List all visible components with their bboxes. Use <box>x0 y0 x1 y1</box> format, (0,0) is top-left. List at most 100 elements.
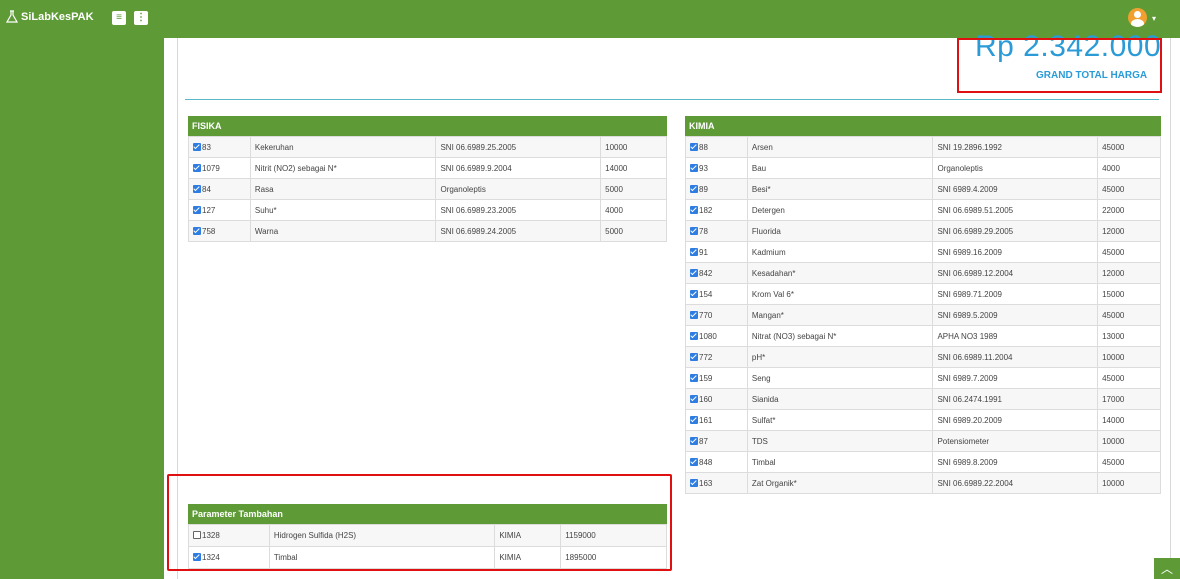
row-checkbox[interactable] <box>690 142 698 151</box>
row-id: 83 <box>202 142 211 152</box>
row-id: 772 <box>699 352 713 362</box>
row-name-cell: TDS <box>746 430 934 452</box>
table-row: 127 Suhu* SNI 06.6989.23.2005 4000 <box>188 199 667 221</box>
more-vertical-icon: ⋮ <box>136 12 146 23</box>
row-price-cell: 22000 <box>1097 199 1161 221</box>
row-price-cell: 12000 <box>1097 220 1161 242</box>
row-checkbox[interactable] <box>193 184 201 193</box>
row-id: 1080 <box>699 331 717 341</box>
row-id-cell: 83 <box>188 136 251 158</box>
row-price-cell: 10000 <box>1097 430 1161 452</box>
row-id-cell: 161 <box>685 409 748 431</box>
row-id-cell: 91 <box>685 241 748 263</box>
row-method-cell: SNI 6989.7.2009 <box>932 367 1099 389</box>
row-id-cell: 163 <box>685 472 748 494</box>
row-id: 770 <box>699 310 713 320</box>
table-row: 163 Zat Organik* SNI 06.6989.22.2004 10000 <box>685 472 1161 494</box>
row-id-cell: 182 <box>685 199 748 221</box>
menu-toggle-button[interactable]: ≡ <box>112 11 126 25</box>
row-checkbox[interactable] <box>690 478 698 487</box>
row-name-cell: Sulfat* <box>746 409 934 431</box>
row-method-cell: Organoleptis <box>932 157 1099 179</box>
row-checkbox[interactable] <box>690 457 698 466</box>
row-id-cell: 842 <box>685 262 748 284</box>
row-checkbox[interactable] <box>690 394 698 403</box>
row-checkbox[interactable] <box>690 289 698 298</box>
row-method-cell: SNI 06.6989.12.2004 <box>932 262 1099 284</box>
row-name-cell: Besi* <box>746 178 934 200</box>
row-id: 160 <box>699 394 713 404</box>
row-checkbox[interactable] <box>690 268 698 277</box>
row-id-cell: 78 <box>685 220 748 242</box>
row-id: 127 <box>202 205 216 215</box>
row-id: 78 <box>699 226 708 236</box>
row-method-cell: SNI 6989.5.2009 <box>932 304 1099 326</box>
brand-logo[interactable]: SiLabKesPAK <box>6 10 94 24</box>
row-id: 161 <box>699 415 713 425</box>
row-checkbox[interactable] <box>690 373 698 382</box>
table-row: 88 Arsen SNI 19.2896.1992 45000 <box>685 136 1161 158</box>
row-name-cell: Mangan* <box>746 304 934 326</box>
row-checkbox[interactable] <box>690 352 698 361</box>
row-checkbox[interactable] <box>193 226 201 235</box>
row-price-cell: 5000 <box>600 220 667 242</box>
row-id-cell: 88 <box>685 136 748 158</box>
row-method-cell: SNI 6989.71.2009 <box>932 283 1099 305</box>
row-price-cell: 45000 <box>1097 241 1161 263</box>
row-id-cell: 848 <box>685 451 748 473</box>
row-name-cell: Warna <box>249 220 437 242</box>
row-id-cell: 154 <box>685 283 748 305</box>
row-checkbox[interactable] <box>690 247 698 256</box>
row-price-cell: 12000 <box>1097 262 1161 284</box>
row-price-cell: 10000 <box>600 136 667 158</box>
row-name-cell: Rasa <box>249 178 437 200</box>
row-id-cell: 89 <box>685 178 748 200</box>
table-row: 770 Mangan* SNI 6989.5.2009 45000 <box>685 304 1161 326</box>
row-name-cell: Zat Organik* <box>746 472 934 494</box>
row-name-cell: Suhu* <box>249 199 437 221</box>
row-checkbox[interactable] <box>690 331 698 340</box>
panel-border <box>1170 38 1171 579</box>
row-checkbox[interactable] <box>690 436 698 445</box>
row-id: 93 <box>699 163 708 173</box>
row-id-cell: 160 <box>685 388 748 410</box>
table-row: 159 Seng SNI 6989.7.2009 45000 <box>685 367 1161 389</box>
row-method-cell: SNI 6989.16.2009 <box>932 241 1099 263</box>
row-name-cell: Detergen <box>746 199 934 221</box>
table-row: 89 Besi* SNI 6989.4.2009 45000 <box>685 178 1161 200</box>
row-name-cell: Kadmium <box>746 241 934 263</box>
table-row: 1079 Nitrit (NO2) sebagai N* SNI 06.6989.9… <box>188 157 667 179</box>
row-method-cell: APHA NO3 1989 <box>932 325 1099 347</box>
row-checkbox[interactable] <box>193 142 201 151</box>
row-name-cell: Seng <box>746 367 934 389</box>
row-method-cell: SNI 06.6989.22.2004 <box>932 472 1099 494</box>
row-checkbox[interactable] <box>690 226 698 235</box>
grand-total-highlight <box>957 38 1162 93</box>
row-id: 1079 <box>202 163 220 173</box>
row-price-cell: 45000 <box>1097 304 1161 326</box>
parameter-tambahan-highlight <box>167 474 672 571</box>
row-method-cell: SNI 06.6989.23.2005 <box>435 199 602 221</box>
row-checkbox[interactable] <box>690 163 698 172</box>
row-price-cell: 45000 <box>1097 136 1161 158</box>
scroll-to-top-button[interactable]: ︿ <box>1154 558 1180 579</box>
row-checkbox[interactable] <box>690 415 698 424</box>
row-method-cell: Potensiometer <box>932 430 1099 452</box>
row-checkbox[interactable] <box>690 205 698 214</box>
row-checkbox[interactable] <box>193 163 201 172</box>
chevron-down-icon[interactable]: ▾ <box>1152 14 1156 23</box>
row-price-cell: 4000 <box>1097 157 1161 179</box>
row-checkbox[interactable] <box>690 184 698 193</box>
row-checkbox[interactable] <box>193 205 201 214</box>
row-method-cell: SNI 6989.20.2009 <box>932 409 1099 431</box>
table-row: 83 Kekeruhan SNI 06.6989.25.2005 10000 <box>188 136 667 158</box>
user-avatar-icon[interactable] <box>1128 8 1147 27</box>
row-name-cell: Kesadahan* <box>746 262 934 284</box>
row-id-cell: 93 <box>685 157 748 179</box>
row-id: 88 <box>699 142 708 152</box>
table-row: 772 pH* SNI 06.6989.11.2004 10000 <box>685 346 1161 368</box>
row-checkbox[interactable] <box>690 310 698 319</box>
row-id: 91 <box>699 247 708 257</box>
kimia-title: KIMIA <box>685 116 1161 136</box>
more-options-button[interactable]: ⋮ <box>134 11 148 25</box>
